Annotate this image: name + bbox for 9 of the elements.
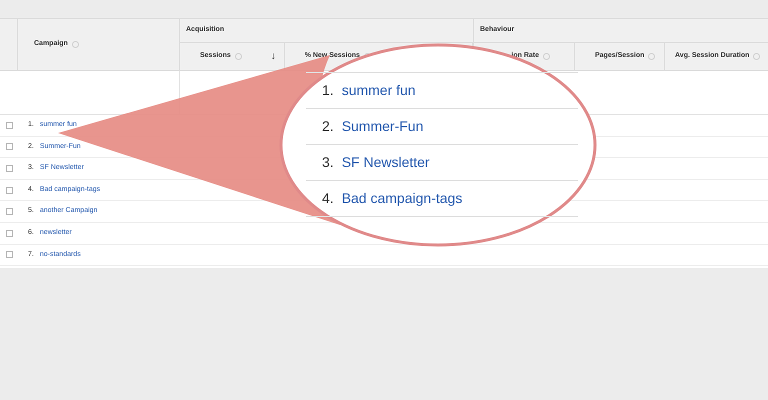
campaign-link[interactable]: SF Newsletter	[342, 152, 430, 173]
campaign-link[interactable]: Summer-Fun	[342, 116, 424, 137]
sort-indicator: ↓	[270, 50, 276, 64]
row-index: 2.	[322, 117, 334, 136]
row-index: 4.	[322, 189, 334, 208]
row-index: 1.	[322, 81, 334, 100]
row-index: 3.	[322, 153, 334, 172]
campaign-link[interactable]: Bad campaign-tags	[342, 188, 462, 209]
campaign-link[interactable]: summer fun	[342, 80, 416, 101]
